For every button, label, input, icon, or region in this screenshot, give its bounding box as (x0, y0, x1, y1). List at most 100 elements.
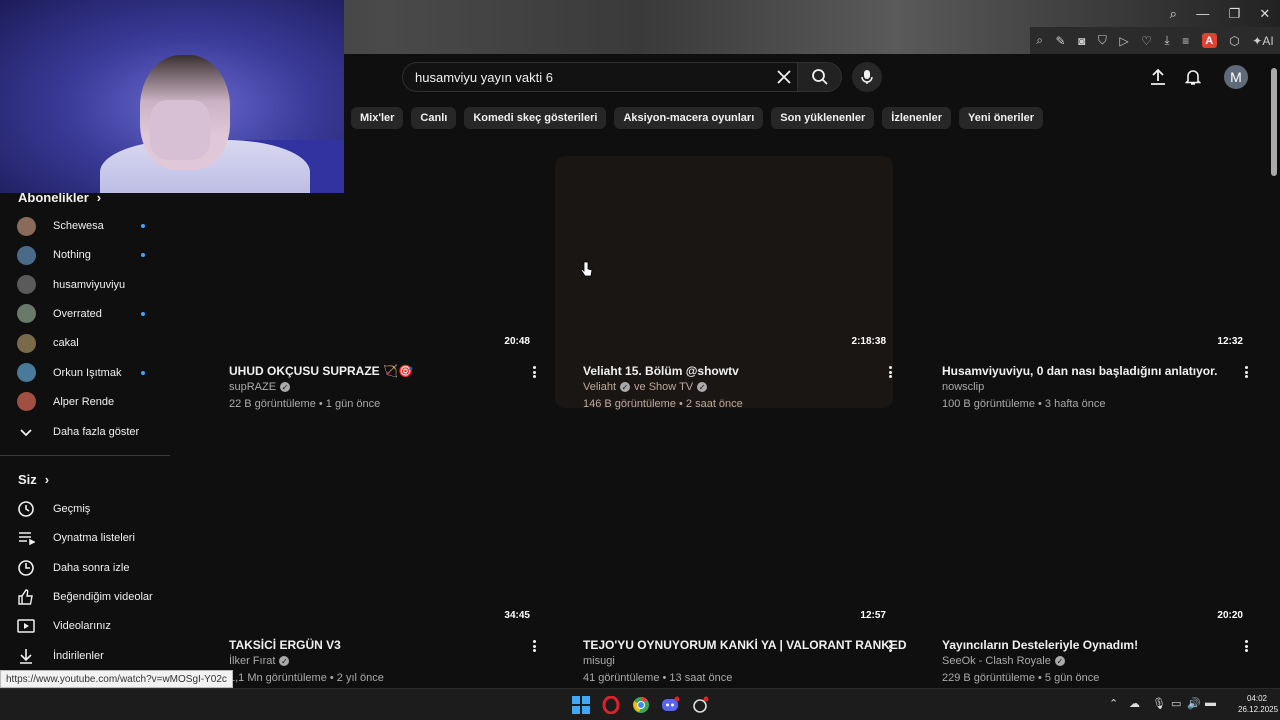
subscription-item[interactable]: husamviyuviyu (17, 273, 167, 297)
extension-a-icon[interactable]: A (1201, 33, 1217, 48)
channel-line[interactable]: nowsclip (942, 381, 984, 393)
channel-name[interactable]: nowsclip (942, 381, 984, 393)
video-title[interactable]: Veliaht 15. Bölüm @showtv (583, 364, 739, 378)
subscription-item[interactable]: Orkun Işıtmak (17, 361, 167, 385)
more-options-button[interactable] (1240, 638, 1252, 654)
channel-line[interactable]: supRAZE ✓ (229, 381, 291, 393)
search-button[interactable] (798, 62, 842, 92)
show-more-button[interactable]: Daha fazla göster (17, 420, 167, 444)
camera-icon[interactable]: ◙ (1078, 34, 1085, 48)
video-title[interactable]: TEJO'YU OYNUYORUM KANKİ YA | VALORANT RA… (583, 638, 907, 652)
channel-avatar (17, 304, 36, 324)
channel-line[interactable]: misugi (583, 655, 615, 667)
channel-avatar (17, 392, 36, 412)
channel-name[interactable]: Veliaht (583, 381, 616, 393)
start-button[interactable] (571, 695, 591, 715)
filter-chip[interactable]: Mix'ler (351, 107, 404, 129)
subscription-item[interactable]: Schewesa (17, 214, 167, 238)
channel-name[interactable]: misugi (583, 655, 615, 667)
shield-icon[interactable]: ⛉ (1098, 33, 1107, 48)
video-title[interactable]: Yayıncıların Desteleriyle Oynadım! (942, 638, 1138, 652)
tray-chevron-up-icon[interactable]: ⌃ (1109, 697, 1118, 710)
minimize-button[interactable]: — (1196, 6, 1209, 21)
video-title[interactable]: TAKSİCİ ERGÜN V3 (229, 638, 341, 652)
voice-search-button[interactable] (852, 62, 882, 92)
channel-line[interactable]: İlker Fırat ✓ (229, 655, 290, 667)
channel-name[interactable]: supRAZE (229, 381, 276, 393)
taskbar-chrome[interactable] (631, 695, 651, 715)
search-box[interactable] (402, 62, 798, 92)
notifications-button[interactable] (1181, 65, 1205, 89)
sidebar-item-like[interactable]: Beğendiğim videolar (17, 585, 167, 609)
account-avatar[interactable]: M (1224, 65, 1248, 89)
video-meta: 146 B görüntüleme • 2 saat önce (583, 398, 743, 410)
channel-name[interactable]: SeeOk - Clash Royale (942, 655, 1051, 667)
subscription-item[interactable]: Alper Rende (17, 390, 167, 414)
verified-icon: ✓ (1054, 656, 1065, 666)
heart-icon[interactable]: ♡ (1141, 34, 1152, 48)
taskbar-app[interactable] (690, 695, 710, 715)
channel-extra[interactable]: ve Show TV (634, 381, 693, 393)
status-url: https://www.youtube.com/watch?v=wMOSgI-Y… (0, 670, 233, 688)
subscription-item[interactable]: cakal (17, 331, 167, 355)
scrollbar-thumb[interactable] (1271, 68, 1277, 176)
more-options-button[interactable] (884, 364, 896, 380)
microphone-tray-icon[interactable]: 🎙 (1152, 697, 1166, 710)
more-options-button[interactable] (528, 638, 540, 654)
sidebar-item-playlists[interactable]: Oynatma listeleri (17, 526, 167, 550)
search-input[interactable] (415, 69, 765, 85)
menu-icon[interactable]: ≡ (1182, 34, 1189, 48)
more-options-button[interactable] (1240, 364, 1252, 380)
video-meta: 100 B görüntüleme • 3 hafta önce (942, 398, 1106, 410)
filter-chip[interactable]: Son yüklenenler (771, 107, 875, 129)
filter-chip[interactable]: Aksiyon-macera oyunları (614, 107, 764, 129)
taskbar-discord[interactable] (660, 695, 680, 715)
sidebar-item-history[interactable]: Geçmiş (17, 497, 167, 521)
sidebar-item-your-videos[interactable]: Videolarınız (17, 614, 167, 638)
channel-avatar (17, 275, 36, 295)
filter-chip[interactable]: İzlenenler (882, 107, 952, 129)
more-options-button[interactable] (528, 364, 540, 380)
filter-chip[interactable]: Komedi skeç gösterileri (464, 107, 607, 129)
more-options-button[interactable] (884, 638, 896, 654)
upload-button[interactable] (1146, 65, 1170, 89)
kebab-dot (888, 370, 892, 374)
filter-chip[interactable]: Canlı (411, 107, 457, 129)
network-icon[interactable]: ▭ (1171, 697, 1181, 710)
subscription-item[interactable]: Nothing (17, 243, 167, 267)
video-title[interactable]: UHUD OKÇUSU SUPRAZE 🏹🎯 (229, 364, 413, 378)
system-clock[interactable]: 04:02 26.12.2025 (1238, 693, 1278, 715)
kebab-dot (532, 375, 536, 378)
filter-chip[interactable]: Yeni öneriler (959, 107, 1044, 129)
video-meta: 229 B görüntüleme • 5 gün önce (942, 672, 1100, 684)
channel-name[interactable]: İlker Fırat (229, 655, 275, 667)
channel-line[interactable]: Veliaht ✓ ve Show TV ✓ (583, 381, 708, 393)
onedrive-icon[interactable]: ☁ (1129, 697, 1140, 710)
subscription-item[interactable]: Overrated (17, 302, 167, 326)
restore-button[interactable]: ❐ (1228, 6, 1240, 22)
zoom-icon[interactable]: ⌕ (1036, 33, 1043, 48)
volume-icon[interactable]: 🔊 (1187, 697, 1201, 710)
channel-line[interactable]: SeeOk - Clash Royale ✓ (942, 655, 1065, 667)
verified-icon: ✓ (279, 656, 290, 666)
subscription-label: Schewesa (53, 220, 104, 232)
battery-icon[interactable]: ▬ (1205, 697, 1216, 709)
play-icon[interactable]: ▷ (1119, 34, 1128, 48)
taskbar-opera[interactable] (601, 695, 621, 715)
close-window-button[interactable]: ✕ (1259, 6, 1270, 22)
you-heading[interactable]: Siz › (18, 472, 49, 487)
sidebar-item-watch-later[interactable]: Daha sonra izle (17, 556, 167, 580)
download-icon[interactable]: ⤓ (1164, 33, 1169, 48)
video-title[interactable]: Husamviyuviyu, 0 dan nası başladığını an… (942, 364, 1217, 378)
kebab-dot (888, 649, 892, 652)
duration-badge: 20:20 (1217, 610, 1243, 621)
like-icon (18, 589, 33, 605)
search-tabs-icon[interactable]: ⌕ (1170, 6, 1177, 22)
opera-icon (602, 696, 620, 714)
cube-icon[interactable]: ⬡ (1229, 34, 1239, 48)
edit-icon[interactable]: ✎ (1056, 34, 1066, 48)
clear-search-button[interactable] (770, 62, 798, 92)
ai-button[interactable]: ✦AI (1252, 34, 1273, 48)
sidebar-item-download[interactable]: İndirilenler (17, 644, 167, 668)
duration-badge: 2:18:38 (851, 336, 886, 347)
